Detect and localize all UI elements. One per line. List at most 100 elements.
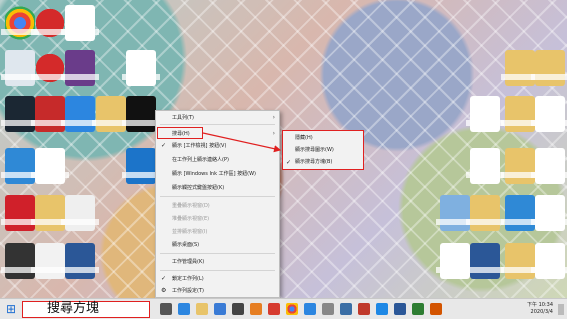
menu-item-label: 顯示 [Windows Ink 工作區] 按鈕(W) — [172, 171, 256, 177]
desktop-icon-nero[interactable] — [1, 195, 39, 231]
submenu-item-show-search-box[interactable]: ✓ 顯示搜尋方塊(B) — [283, 157, 363, 168]
desktop-icon-app-red-3[interactable] — [122, 50, 160, 86]
desktop-icon-app-purple[interactable] — [61, 50, 99, 86]
desktop-icon-r13[interactable] — [531, 243, 567, 279]
desktop-icon-folder-r1[interactable] — [501, 50, 539, 86]
menu-item-label: 顯示觸控式鍵盤按鈕(K) — [172, 185, 225, 191]
desktop-icon-app-red-1[interactable] — [31, 5, 69, 41]
search-menu-highlight — [157, 127, 203, 139]
clock-date: 2020/3/4 — [530, 309, 553, 315]
desktop-icon-app-black[interactable] — [122, 96, 160, 132]
chevron-right-icon: › — [272, 114, 275, 121]
start-button[interactable]: ⊞ — [2, 301, 20, 318]
desktop-icon-onedrive[interactable] — [501, 195, 539, 231]
desktop-icon-chrome[interactable] — [1, 5, 39, 41]
menu-item-label: 堆疊顯示視窗(E) — [172, 216, 210, 222]
menu-item-label: 顯示 [工作檢視] 按鈕(V) — [172, 143, 227, 149]
desktop-icon-laptop[interactable] — [436, 195, 474, 231]
submenu-item-label: 隱藏(H) — [295, 135, 313, 141]
search-submenu: 隱藏(H) 顯示搜尋圖示(W) ✓ 顯示搜尋方塊(B) — [282, 130, 364, 170]
menu-separator — [160, 270, 275, 271]
taskbar-app-icon-3[interactable] — [232, 303, 244, 315]
desktop-icon-folder-r4[interactable] — [501, 96, 539, 132]
desktop-icon-app-2[interactable] — [61, 5, 99, 41]
taskbar-app-icon-1[interactable] — [178, 303, 190, 315]
menu-item-label: 工作列設定(T) — [172, 288, 204, 294]
desktop-icon-r10[interactable] — [531, 195, 567, 231]
outlook-icon[interactable] — [376, 303, 388, 315]
clock[interactable]: 下午 10:34 2020/3/4 — [527, 302, 553, 316]
chrome-icon[interactable] — [286, 303, 298, 315]
menu-item-taskbar-settings[interactable]: ⚙ 工作列設定(T) — [156, 286, 279, 296]
desktop-icon-folder-r7[interactable] — [501, 148, 539, 184]
desktop-icon-app-4[interactable] — [1, 243, 39, 279]
desktop-icon-vegas[interactable] — [1, 96, 39, 132]
taskbar-app-icon-5[interactable] — [304, 303, 316, 315]
desktop-icon-recycle-bin[interactable] — [1, 50, 39, 86]
menu-item-side-by-side[interactable]: 並排顯示視窗(I) — [156, 227, 279, 237]
taskbar-app-icon-4[interactable] — [268, 303, 280, 315]
notification-icon[interactable] — [558, 304, 564, 315]
search-box-text: 搜尋方塊 — [47, 301, 100, 316]
check-icon: ✓ — [161, 275, 167, 282]
desktop-icon-word-2[interactable] — [466, 243, 504, 279]
menu-item-label: 重疊顯示視窗(D) — [172, 203, 210, 209]
submenu-item-label: 顯示搜尋方塊(B) — [295, 159, 333, 165]
taskbar-app-icon-2[interactable] — [214, 303, 226, 315]
desktop-icon-app-red-5[interactable] — [31, 148, 69, 184]
desktop-icon-folder-r12[interactable] — [501, 243, 539, 279]
menu-item-lock-taskbar[interactable]: ✓ 鎖定工作列(L) — [156, 274, 279, 284]
check-icon: ✓ — [286, 159, 292, 166]
firefox-icon[interactable] — [250, 303, 262, 315]
windows-logo-icon: ⊞ — [5, 302, 17, 316]
desktop-icon-r3[interactable] — [466, 96, 504, 132]
taskbar-app-icon-6[interactable] — [322, 303, 334, 315]
taskbar-app-icon-10[interactable] — [430, 303, 442, 315]
menu-item-touch-keyboard[interactable]: 顯示觸控式鍵盤按鈕(K) — [156, 183, 279, 193]
clock-time: 下午 10:34 — [527, 302, 553, 308]
desktop-icon-folder-r9[interactable] — [466, 195, 504, 231]
menu-item-label: 顯示桌面(S) — [172, 242, 200, 248]
task-view-icon[interactable] — [160, 303, 172, 315]
desktop-icon-folder-r2[interactable] — [531, 50, 567, 86]
desktop-icon-r8[interactable] — [531, 148, 567, 184]
desktop-icon-r5[interactable] — [531, 96, 567, 132]
desktop-icon-r11[interactable] — [436, 243, 474, 279]
desktop-icon-folder-1[interactable] — [92, 96, 130, 132]
desktop-icon-app-red-2[interactable] — [31, 50, 69, 86]
menu-item-label: 工作管理員(K) — [172, 259, 205, 265]
file-explorer-icon[interactable] — [196, 303, 208, 315]
word-icon[interactable] — [394, 303, 406, 315]
desktop-icon-app-blue[interactable] — [1, 148, 39, 184]
menu-item-cascade[interactable]: 重疊顯示視窗(D) — [156, 201, 279, 211]
menu-item-task-view[interactable]: ✓ 顯示 [工作檢視] 按鈕(V) — [156, 141, 279, 151]
desktop-icon-fs[interactable] — [61, 96, 99, 132]
menu-separator — [160, 196, 275, 197]
desktop-icon-word-1[interactable] — [61, 243, 99, 279]
desktop-icon-app-blue-2[interactable] — [122, 148, 160, 184]
menu-item-windows-ink[interactable]: 顯示 [Windows Ink 工作區] 按鈕(W) — [156, 169, 279, 179]
desktop-icon-r6[interactable] — [466, 148, 504, 184]
menu-item-label: 鎖定工作列(L) — [172, 276, 204, 282]
taskbar-app-icon-8[interactable] — [358, 303, 370, 315]
desktop-icon-folder-2[interactable] — [31, 195, 69, 231]
submenu-item-hidden[interactable]: 隱藏(H) — [283, 133, 363, 144]
menu-item-task-manager[interactable]: 工作管理員(K) — [156, 257, 279, 267]
taskbar-search-box[interactable]: 搜尋方塊 — [22, 301, 150, 318]
desktop-icon-app-5[interactable] — [31, 243, 69, 279]
menu-item-stack[interactable]: 堆疊顯示視窗(E) — [156, 214, 279, 224]
system-tray: 下午 10:34 2020/3/4 — [455, 300, 565, 319]
menu-item-label: 並排顯示視窗(I) — [172, 229, 208, 235]
taskbar-app-icon-7[interactable] — [340, 303, 352, 315]
gear-icon: ⚙ — [161, 287, 167, 294]
menu-item-people[interactable]: 在工作列上顯示連絡人(P) — [156, 155, 279, 165]
menu-item-toolbars[interactable]: 工具列(T) › — [156, 113, 279, 123]
desktop-icon-app-red-4[interactable] — [31, 96, 69, 132]
menu-item-show-desktop[interactable]: 顯示桌面(S) — [156, 240, 279, 250]
taskbar-app-icon-9[interactable] — [412, 303, 424, 315]
menu-separator — [160, 253, 275, 254]
desktop-icon-app-3[interactable] — [61, 195, 99, 231]
submenu-item-show-search-icon[interactable]: 顯示搜尋圖示(W) — [283, 145, 363, 156]
menu-item-label: 在工作列上顯示連絡人(P) — [172, 157, 229, 163]
submenu-item-label: 顯示搜尋圖示(W) — [295, 147, 334, 153]
